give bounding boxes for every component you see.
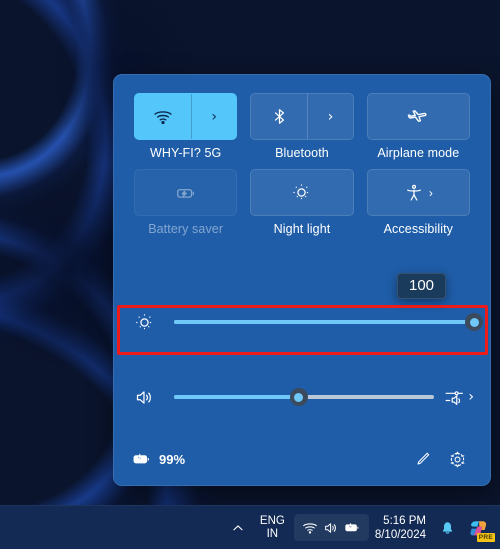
clock-and-date[interactable]: 5:16 PM 8/10/2024 xyxy=(375,514,434,542)
quick-settings-tile-grid: › WHY-FI? 5G › Bluetooth Airplane mode B… xyxy=(114,75,490,245)
screen: › WHY-FI? 5G › Bluetooth Airplane mode B… xyxy=(0,0,500,549)
tile-bluetooth[interactable]: › xyxy=(250,93,354,140)
wifi-icon xyxy=(302,522,317,534)
airplane-icon xyxy=(408,109,427,122)
tile-wifi-expand[interactable]: › xyxy=(191,94,236,139)
tile-label-wifi: WHY-FI? 5G xyxy=(149,146,222,160)
chevron-up-icon xyxy=(233,524,243,530)
brightness-value-tooltip: 100 xyxy=(397,273,447,299)
taskbar: ENG IN 5:16 PM 8/10/2024 PRE xyxy=(0,505,500,549)
chevron-right-icon: › xyxy=(327,108,334,125)
battery-charging-icon xyxy=(345,523,359,532)
tile-night-light[interactable] xyxy=(250,169,354,216)
brightness-thumb[interactable] xyxy=(465,313,483,331)
brightness-icon xyxy=(136,313,153,331)
tile-cell-night-light: Night light xyxy=(250,169,354,236)
bell-notification-icon xyxy=(442,522,452,534)
show-hidden-icons-button[interactable] xyxy=(225,512,251,544)
battery-status[interactable]: 99% xyxy=(132,449,185,469)
tile-bluetooth-toggle[interactable] xyxy=(251,94,307,139)
tile-label-night-light: Night light xyxy=(273,222,331,236)
language-line-1: ENG xyxy=(259,514,285,527)
battery-saver-icon xyxy=(176,188,194,198)
quick-settings-footer: 99% xyxy=(114,433,490,485)
volume-icon xyxy=(136,390,151,404)
accessibility-icon xyxy=(406,184,421,201)
tile-battery-saver[interactable] xyxy=(134,169,238,216)
chevron-right-icon: › xyxy=(468,389,474,405)
volume-icon xyxy=(324,522,336,533)
language-indicator[interactable]: ENG IN xyxy=(253,515,292,541)
brightness-icon-wrap xyxy=(134,312,168,333)
tile-wifi[interactable]: › xyxy=(134,93,238,140)
audio-output-picker[interactable]: › xyxy=(444,387,474,408)
chevron-right-icon: › xyxy=(428,185,433,200)
gear-settings-icon xyxy=(450,451,464,467)
volume-icon-wrap xyxy=(134,387,168,408)
night-light-icon xyxy=(293,184,311,201)
tile-airplane-mode[interactable] xyxy=(366,93,470,140)
tile-cell-wifi: › WHY-FI? 5G xyxy=(134,93,238,160)
tile-accessibility[interactable]: › xyxy=(366,169,470,216)
battery-charging-icon xyxy=(133,453,149,464)
pencil-edit-icon xyxy=(417,452,430,465)
chevron-right-icon: › xyxy=(211,108,217,125)
tile-cell-accessibility: › Accessibility xyxy=(366,169,470,236)
copilot-taskbar-button[interactable]: PRE xyxy=(464,513,495,543)
tile-wifi-toggle[interactable] xyxy=(135,94,191,139)
wifi-icon xyxy=(154,110,172,124)
clock-date: 8/10/2024 xyxy=(374,528,426,541)
brightness-slider-row xyxy=(134,305,483,339)
notification-center-button[interactable] xyxy=(434,512,460,544)
tile-row: › WHY-FI? 5G › Bluetooth Airplane mode xyxy=(134,93,470,160)
battery-percent-label: 99% xyxy=(159,451,186,467)
volume-slider-row: › xyxy=(134,380,474,414)
quick-settings-panel: › WHY-FI? 5G › Bluetooth Airplane mode B… xyxy=(113,74,491,486)
tile-label-airplane-mode: Airplane mode xyxy=(377,146,460,160)
brightness-track-fill xyxy=(174,320,474,324)
volume-thumb[interactable] xyxy=(289,388,308,406)
brightness-slider[interactable] xyxy=(174,313,483,331)
tile-label-battery-saver: Battery saver xyxy=(148,222,224,236)
tile-bluetooth-expand[interactable]: › xyxy=(307,94,352,139)
clock-time: 5:16 PM xyxy=(383,514,426,527)
open-settings-button[interactable] xyxy=(442,444,472,474)
tile-cell-bluetooth: › Bluetooth xyxy=(250,93,354,160)
tile-row: Battery saver Night light › Accessibilit… xyxy=(134,169,470,236)
volume-track-fill xyxy=(174,395,299,399)
tile-label-accessibility: Accessibility xyxy=(383,222,453,236)
copilot-preview-badge: PRE xyxy=(476,532,495,542)
tile-label-bluetooth: Bluetooth xyxy=(275,146,329,160)
bluetooth-icon xyxy=(274,109,284,124)
audio-output-picker-icon xyxy=(445,390,464,405)
tile-cell-battery-saver: Battery saver xyxy=(134,169,238,236)
volume-slider[interactable] xyxy=(174,388,435,406)
edit-quick-settings-button[interactable] xyxy=(408,444,438,474)
system-tray-quick-settings-button[interactable] xyxy=(293,514,369,541)
tile-cell-airplane-mode: Airplane mode xyxy=(366,93,470,160)
language-line-2: IN xyxy=(266,527,279,540)
